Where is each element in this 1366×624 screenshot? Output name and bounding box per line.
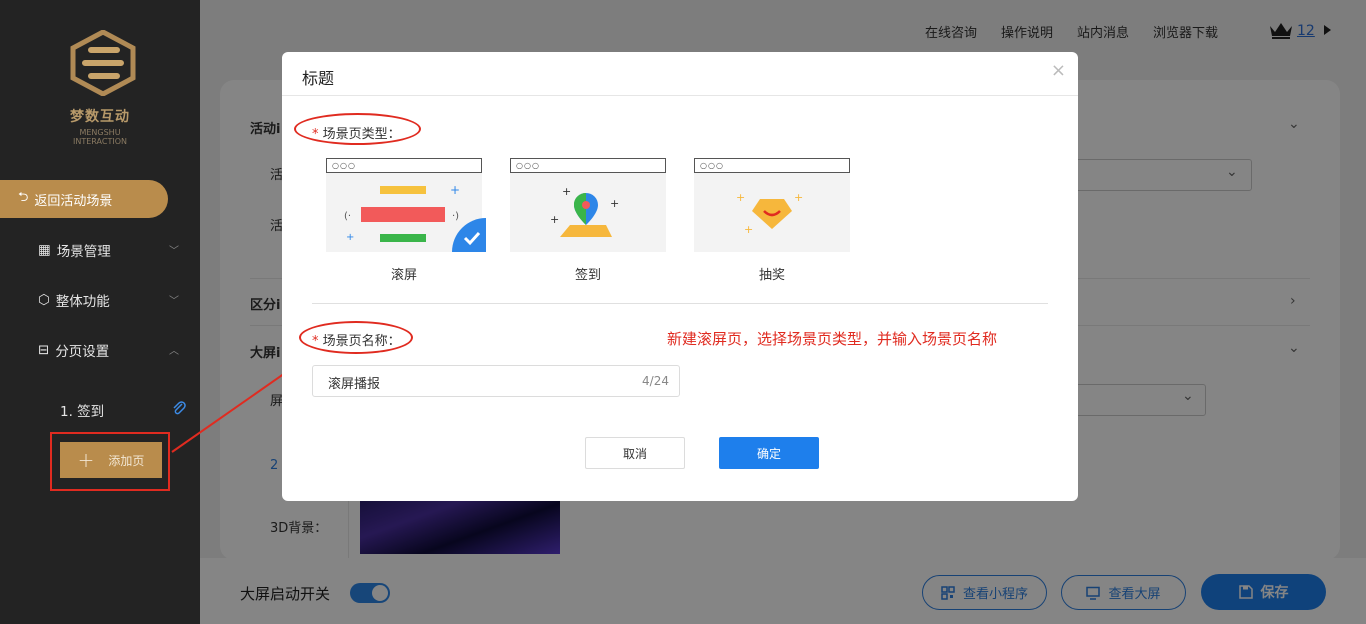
add-page-button[interactable]: + 添加页 <box>60 442 162 478</box>
confirm-button[interactable]: 确定 <box>719 437 819 469</box>
layout-icon: ⊟ <box>38 342 50 358</box>
undo-icon: ⮌ <box>18 190 29 205</box>
svg-text:+: + <box>550 213 559 226</box>
svg-text:+: + <box>562 185 571 198</box>
sidebar-page-signin[interactable]: 1. 签到 <box>60 400 104 420</box>
map-pin-icon: + + + <box>550 185 619 237</box>
cube-icon: ⬡ <box>38 292 50 308</box>
svg-text:+: + <box>744 223 753 236</box>
brand-logo: 梦数互动 MENGSHU INTERACTION <box>58 29 142 146</box>
plus-icon: + <box>77 448 95 472</box>
back-to-scenes-button[interactable]: ⮌ 返回活动场景 <box>0 180 168 218</box>
dialog-header-divider <box>282 95 1078 96</box>
confirm-label: 确定 <box>756 446 781 461</box>
dialog-title: 标题 <box>302 69 335 88</box>
cancel-label: 取消 <box>622 446 647 461</box>
chevron-down-icon: ﹀ <box>169 296 179 307</box>
scene-type-card-signin[interactable]: ○○○ + + + <box>510 158 666 252</box>
cancel-button[interactable]: 取消 <box>585 437 685 469</box>
svg-text:+: + <box>610 197 619 210</box>
selected-checkmark-icon <box>452 218 486 252</box>
scene-type-name-signin: 签到 <box>574 268 601 283</box>
scene-type-card-lottery[interactable]: ○○○ + + + <box>694 158 850 252</box>
browser-bar: ○○○ <box>694 158 850 173</box>
scene-name-counter: 4/24 <box>642 374 669 388</box>
app-root: 在线咨询 操作说明 站内消息 浏览器下载 12 活动i ⌄ 活 ⌄ 活 区分i … <box>0 0 1366 624</box>
logo-icon <box>70 29 136 97</box>
brand-subtitle: MENGSHU INTERACTION <box>73 128 127 146</box>
sidebar-item-label: 整体功能 <box>55 294 110 310</box>
card-preview: + + + <box>510 173 666 252</box>
sidebar-item-overall-features[interactable]: ⬡ 整体功能 ﹀ <box>38 288 183 312</box>
sidebar: 梦数互动 MENGSHU INTERACTION ⮌ 返回活动场景 ▦ 场景管理… <box>0 0 200 624</box>
svg-text:(·: (· <box>344 211 351 222</box>
sidebar-item-label: 分页设置 <box>55 344 110 360</box>
diamond-icon: + + + <box>736 191 803 236</box>
svg-text:+: + <box>450 183 460 197</box>
scene-name-input[interactable]: 滚屏播报 4/24 <box>312 365 680 397</box>
browser-bar: ○○○ <box>326 158 482 173</box>
brand-name: 梦数互动 <box>70 109 130 125</box>
annotation-ring <box>299 321 413 354</box>
add-page-label: 添加页 <box>108 453 145 468</box>
sidebar-item-scene-management[interactable]: ▦ 场景管理 ﹀ <box>38 238 183 262</box>
scene-type-name-lottery: 抽奖 <box>758 268 785 283</box>
annotation-ring <box>294 113 421 145</box>
svg-text:+: + <box>346 232 354 243</box>
browser-bar: ○○○ <box>510 158 666 173</box>
scene-name-value: 滚屏播报 <box>328 377 381 392</box>
back-to-scenes-label: 返回活动场景 <box>34 193 113 209</box>
svg-text:+: + <box>794 191 803 204</box>
card-preview: + + + <box>694 173 850 252</box>
chevron-down-icon: ﹀ <box>169 246 179 257</box>
scene-type-name-scroll: 滚屏 <box>390 268 417 283</box>
svg-text:+: + <box>736 191 745 204</box>
grid-icon: ▦ <box>38 242 51 258</box>
new-scene-page-dialog: 标题 × * 场景页类型： ○○○ + + (· ·) 滚屏 ○○○ + + +… <box>282 52 1078 501</box>
sidebar-item-label: 场景管理 <box>56 244 111 260</box>
annotation-hint-text: 新建滚屏页，选择场景页类型，并输入场景页名称 <box>667 330 998 348</box>
close-icon[interactable]: × <box>1051 60 1066 81</box>
dialog-section-divider <box>312 303 1048 304</box>
